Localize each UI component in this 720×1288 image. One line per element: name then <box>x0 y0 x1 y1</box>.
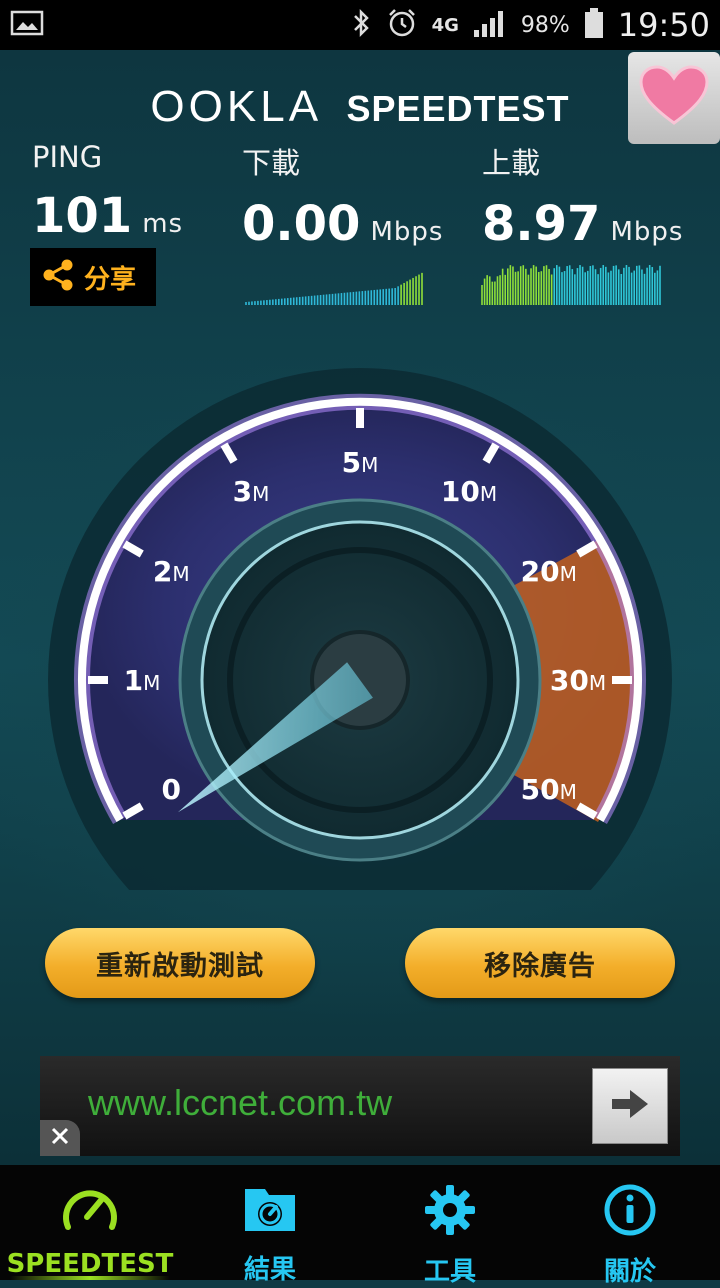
download-metric: 下載 0.00 Mbps <box>242 140 443 252</box>
share-label: 分享 <box>84 264 137 295</box>
download-value: 0.00 <box>242 196 361 252</box>
info-icon <box>603 1183 657 1241</box>
nav-about[interactable]: 關於 <box>540 1165 720 1287</box>
ad-url[interactable]: www.lccnet.com.tw <box>88 1082 392 1124</box>
ad-close-button[interactable] <box>40 1120 80 1156</box>
upload-metric: 上載 8.97 Mbps <box>482 140 683 252</box>
nav-tools-label: 工具 <box>423 1257 476 1287</box>
upload-value: 8.97 <box>482 196 601 252</box>
nav-about-label: 關於 <box>603 1257 656 1287</box>
remove-ads-button[interactable]: 移除廣告 <box>405 928 675 998</box>
network-type: 4G <box>431 14 459 36</box>
share-button[interactable]: 分享 <box>30 248 156 306</box>
close-icon <box>50 1126 70 1150</box>
download-unit: Mbps <box>370 217 444 247</box>
heart-app-shortcut[interactable] <box>628 52 720 144</box>
alarm-icon <box>386 7 418 43</box>
speedometer-icon <box>60 1183 120 1239</box>
restart-test-button[interactable]: 重新啟動測試 <box>45 928 315 998</box>
ping-label: PING <box>32 140 103 174</box>
status-bar: 4G 98% 19:50 <box>0 0 720 50</box>
ad-open-button[interactable] <box>592 1068 668 1144</box>
nav-speedtest-label: SPEEDTEST <box>6 1249 174 1279</box>
upload-unit: Mbps <box>610 217 684 247</box>
ping-unit: ms <box>142 209 184 239</box>
speed-gauge: 01M2M3M5M10M20M30M50M <box>48 368 672 890</box>
heart-icon <box>639 65 709 131</box>
battery-icon <box>584 7 604 43</box>
download-label: 下載 <box>242 146 301 180</box>
app-logo: OOKLA SPEEDTEST <box>0 82 720 132</box>
logo-ookla: OOKLA <box>150 82 323 131</box>
ping-value: 101 <box>32 188 133 244</box>
nav-results[interactable]: 結果 <box>180 1165 360 1285</box>
download-sparkline <box>245 272 423 305</box>
bluetooth-icon <box>350 8 372 42</box>
gear-icon <box>423 1183 477 1241</box>
gauge-tick-label: 0 <box>161 773 180 806</box>
nav-tools[interactable]: 工具 <box>360 1165 540 1287</box>
nav-speedtest[interactable]: SPEEDTEST <box>0 1165 180 1280</box>
logo-speedtest: SPEEDTEST <box>346 88 570 129</box>
signal-icon <box>473 8 507 42</box>
nav-results-label: 結果 <box>243 1255 296 1285</box>
ad-banner[interactable]: www.lccnet.com.tw <box>40 1056 680 1156</box>
battery-percent: 98% <box>520 12 570 38</box>
upload-label: 上載 <box>482 146 541 180</box>
upload-sparkline <box>481 265 661 305</box>
share-icon <box>42 258 74 296</box>
image-icon <box>10 9 44 41</box>
clock: 19:50 <box>617 6 710 44</box>
ping-metric: PING 101 ms <box>32 140 183 244</box>
arrow-right-icon <box>610 1087 650 1125</box>
bottom-nav: SPEEDTEST 結果 工具 關於 <box>0 1165 720 1287</box>
results-icon <box>241 1183 299 1239</box>
